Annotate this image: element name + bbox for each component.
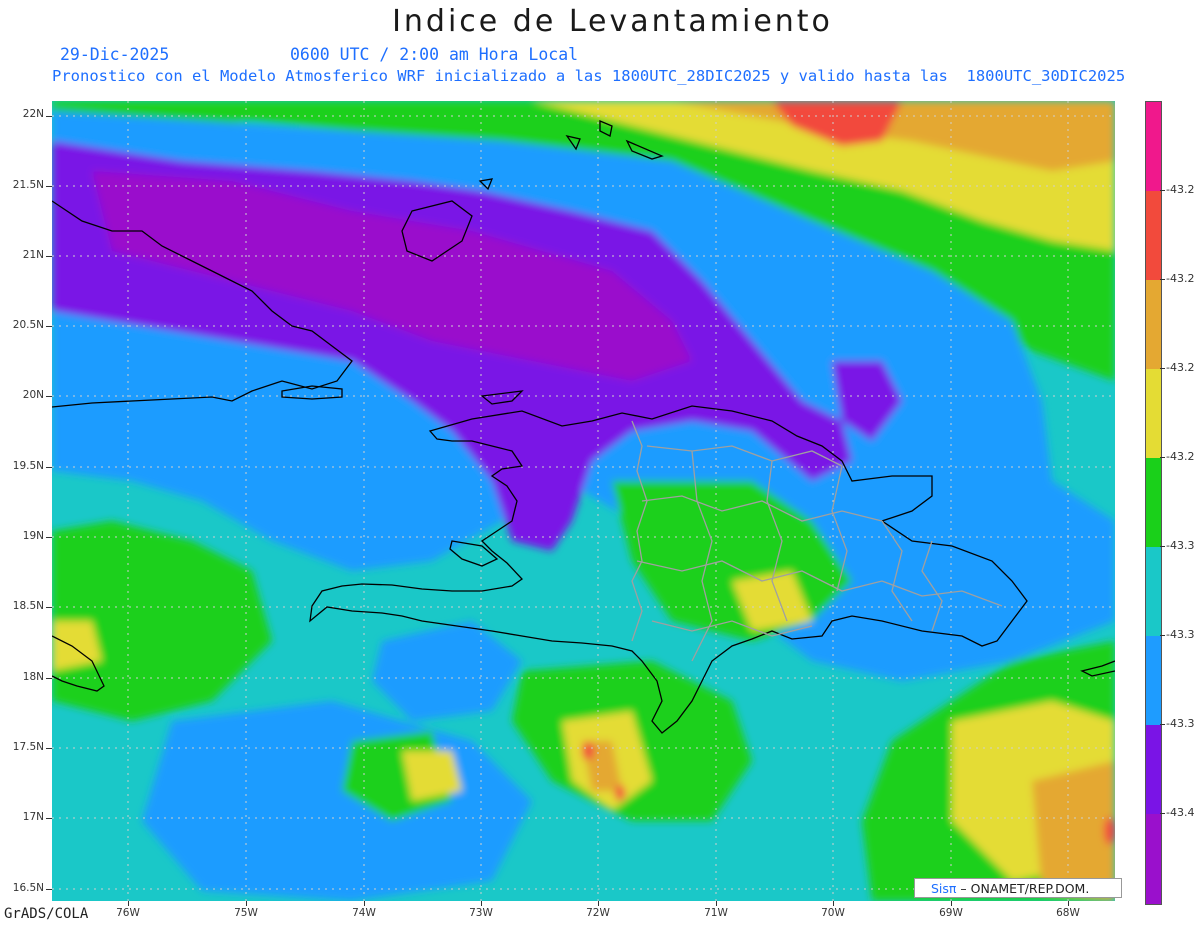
lat-tick (46, 537, 52, 538)
colorbar (1145, 101, 1162, 905)
colorbar-label: -43.2 (1166, 450, 1195, 463)
lat-tick (46, 326, 52, 327)
lon-tick (833, 901, 834, 906)
lifted-index-map (52, 101, 1115, 901)
lat-tick (46, 396, 52, 397)
colorbar-segment (1146, 102, 1161, 191)
colorbar-segment (1146, 191, 1161, 280)
lon-tick (481, 901, 482, 906)
colorbar-segment (1146, 725, 1161, 814)
colorbar-segment (1146, 814, 1161, 904)
colorbar-tick (1160, 546, 1165, 547)
lat-tick (46, 116, 52, 117)
lat-tick (46, 256, 52, 257)
lon-label: 68W (1056, 907, 1080, 919)
lon-label: 74W (352, 907, 376, 919)
lat-tick (46, 467, 52, 468)
lon-label: 70W (821, 907, 845, 919)
colorbar-label: -43.2 (1166, 361, 1195, 374)
lon-tick (951, 901, 952, 906)
colorbar-label: -43.3 (1166, 628, 1195, 641)
colorbar-tick (1160, 190, 1165, 191)
colorbar-segment (1146, 636, 1161, 725)
colorbar-tick (1160, 279, 1165, 280)
lon-tick (1068, 901, 1069, 906)
onamet-signature: Sisπ – ONAMET/REP.DOM. (914, 878, 1122, 898)
lat-tick (46, 186, 52, 187)
grads-credit: GrADS/COLA (4, 906, 89, 922)
colorbar-label: -43.2 (1166, 183, 1195, 196)
lat-label: 17.5N (12, 741, 44, 753)
lon-label: 71W (704, 907, 728, 919)
lat-label: 22N (22, 108, 44, 120)
lat-tick (46, 678, 52, 679)
colorbar-tick (1160, 635, 1165, 636)
lat-tick (46, 748, 52, 749)
lon-tick (716, 901, 717, 906)
lon-label: 73W (469, 907, 493, 919)
colorbar-label: -43.3 (1166, 717, 1195, 730)
colorbar-segment (1146, 547, 1161, 636)
onamet-label: – ONAMET/REP.DOM. (956, 881, 1090, 896)
colorbar-tick (1160, 368, 1165, 369)
lat-label: 21.5N (12, 179, 44, 191)
lon-label: 69W (939, 907, 963, 919)
colorbar-tick (1160, 724, 1165, 725)
lat-label: 18.5N (12, 600, 44, 612)
lat-label: 19.5N (12, 460, 44, 472)
lon-tick (364, 901, 365, 906)
sispi-logo: Sisπ (931, 881, 957, 896)
lat-label: 18N (22, 671, 44, 683)
forecast-date: 29-Dic-2025 (60, 45, 170, 64)
forecast-time: 0600 UTC / 2:00 am Hora Local (290, 45, 579, 64)
map-canvas (52, 101, 1115, 901)
lon-tick (128, 901, 129, 906)
lat-tick (46, 607, 52, 608)
lat-label: 21N (22, 249, 44, 261)
lat-label: 20.5N (12, 319, 44, 331)
lon-label: 75W (234, 907, 258, 919)
lat-label: 20N (22, 389, 44, 401)
colorbar-label: -43.2 (1166, 272, 1195, 285)
lat-label: 19N (22, 530, 44, 542)
lat-tick (46, 818, 52, 819)
lon-tick (598, 901, 599, 906)
map-title: Indice de Levantamiento (392, 4, 833, 39)
lat-label: 16.5N (12, 882, 44, 894)
colorbar-label: -43.4 (1166, 806, 1195, 819)
lat-label: 17N (22, 811, 44, 823)
colorbar-segment (1146, 280, 1161, 369)
colorbar-label: -43.3 (1166, 539, 1195, 552)
colorbar-segment (1146, 458, 1161, 547)
lon-label: 76W (116, 907, 140, 919)
colorbar-segment (1146, 369, 1161, 458)
lon-tick (246, 901, 247, 906)
colorbar-tick (1160, 813, 1165, 814)
lat-tick (46, 889, 52, 890)
lon-label: 72W (586, 907, 610, 919)
colorbar-tick (1160, 457, 1165, 458)
forecast-description: Pronostico con el Modelo Atmosferico WRF… (52, 67, 1126, 85)
